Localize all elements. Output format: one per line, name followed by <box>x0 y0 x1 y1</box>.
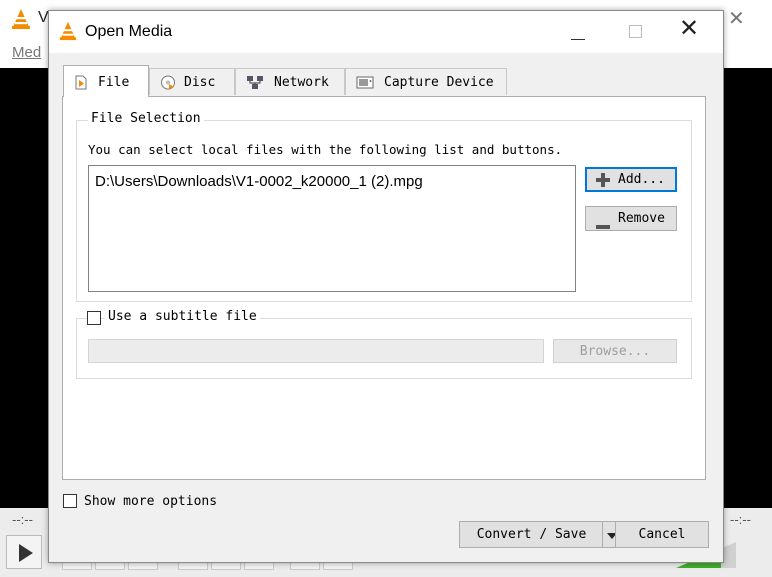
dialog-title: Open Media <box>85 23 173 40</box>
vlc-cone-icon <box>10 8 32 35</box>
minimize-icon[interactable] <box>571 39 585 40</box>
close-icon[interactable]: ✕ <box>679 17 699 41</box>
elapsed-time: --:-- <box>12 512 33 527</box>
subtitle-group: Use a subtitle file Browse... <box>76 309 692 379</box>
convert-save-button[interactable]: Convert / Save <box>459 521 604 548</box>
show-more-options-label[interactable]: Show more options <box>84 494 217 509</box>
file-selection-title: File Selection <box>88 111 204 126</box>
tab-network[interactable]: Network <box>235 68 345 95</box>
remove-button-label: Remove <box>618 211 665 226</box>
file-selection-hint: You can select local files with the foll… <box>88 142 563 157</box>
tab-capture-device-label: Capture Device <box>384 75 494 90</box>
tab-file[interactable]: File <box>63 65 149 97</box>
total-time: --:-- <box>730 512 751 527</box>
tab-disc[interactable]: Disc <box>149 68 235 95</box>
list-item[interactable]: D:\Users\Downloads\V1-0002_k20000_1 (2).… <box>95 173 423 190</box>
subtitle-checkbox[interactable] <box>87 311 101 325</box>
add-button-label: Add... <box>618 172 665 187</box>
play-button[interactable] <box>6 535 42 569</box>
vlc-cone-icon <box>58 20 78 47</box>
browse-button: Browse... <box>553 339 677 363</box>
disc-icon <box>160 75 176 93</box>
network-icon <box>246 75 264 93</box>
cancel-button[interactable]: Cancel <box>615 521 709 548</box>
minus-icon <box>596 217 610 232</box>
file-icon <box>74 75 88 93</box>
remove-button[interactable]: Remove <box>585 206 677 231</box>
capture-device-icon <box>356 75 374 93</box>
file-tab-panel: File Selection You can select local file… <box>62 96 706 480</box>
file-selection-group: File Selection You can select local file… <box>76 111 692 302</box>
tab-capture-device[interactable]: Capture Device <box>345 68 507 95</box>
open-media-dialog: Open Media ✕ File Disc Network Capture D… <box>48 10 724 563</box>
subtitle-path-field <box>88 339 544 363</box>
show-more-options-checkbox[interactable] <box>63 494 77 508</box>
plus-icon <box>596 173 610 190</box>
subtitle-checkbox-label[interactable]: Use a subtitle file <box>105 309 260 324</box>
browse-button-label: Browse... <box>579 344 651 359</box>
tab-network-label: Network <box>274 75 329 90</box>
maximize-icon[interactable] <box>629 25 642 38</box>
menu-media[interactable]: Med <box>12 44 41 61</box>
convert-save-label: Convert / Save <box>476 527 587 542</box>
vlc-close-icon[interactable]: ✕ <box>728 6 745 31</box>
cancel-button-label: Cancel <box>638 527 686 542</box>
file-list[interactable]: D:\Users\Downloads\V1-0002_k20000_1 (2).… <box>88 165 576 292</box>
add-button[interactable]: Add... <box>585 167 677 192</box>
tab-file-label: File <box>98 75 130 90</box>
tab-disc-label: Disc <box>184 75 216 90</box>
